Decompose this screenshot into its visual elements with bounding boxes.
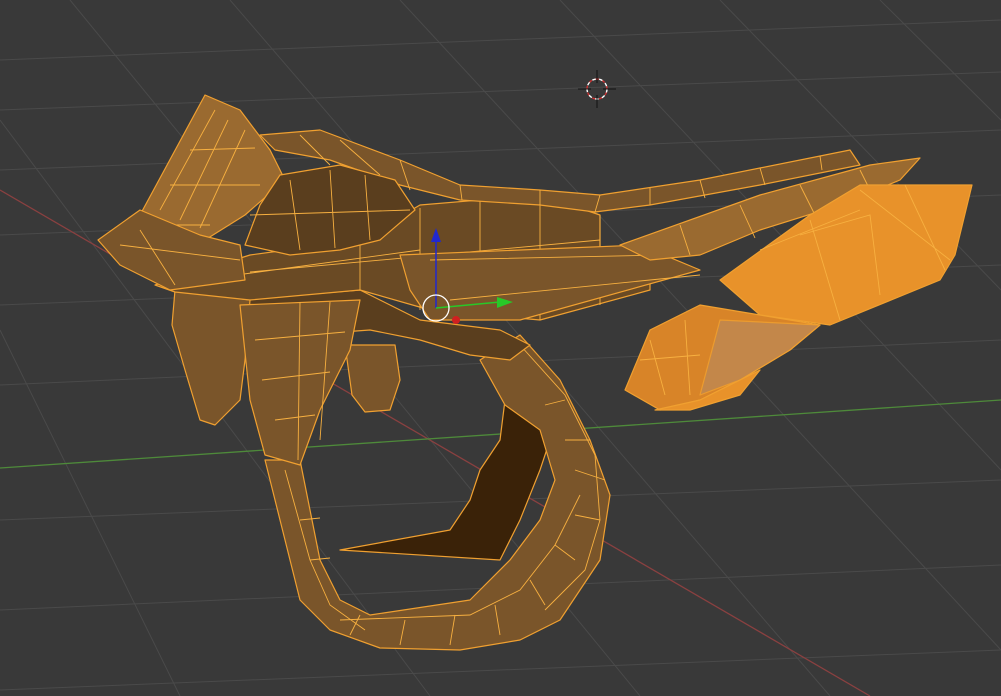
trigger[interactable] — [344, 344, 401, 413]
grip-interior — [339, 399, 556, 561]
3d-cursor-icon[interactable] — [578, 70, 616, 108]
gizmo-x-handle[interactable] — [452, 316, 460, 324]
3d-viewport[interactable] — [0, 0, 1001, 696]
muzzle-grille — [699, 319, 821, 396]
viewport-canvas[interactable] — [0, 0, 1001, 696]
pistol-mesh[interactable] — [97, 94, 973, 651]
front-guard[interactable] — [171, 289, 251, 426]
